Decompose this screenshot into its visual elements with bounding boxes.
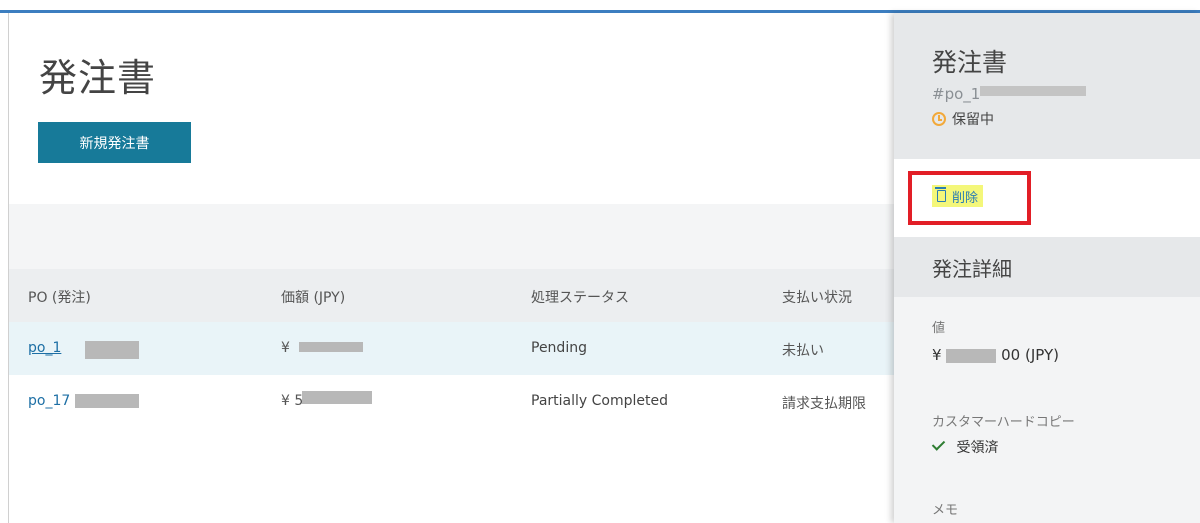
status-cell: Pending (531, 340, 587, 356)
value-label: 値 (932, 321, 946, 336)
status-label: 保留中 (952, 112, 994, 128)
check-icon (931, 437, 946, 451)
clock-icon (932, 112, 946, 126)
value-field: ¥ 00 (JPY) (932, 346, 1059, 364)
redacted-text (946, 348, 997, 363)
main-content: 発注書 新規発注書 PO (発注) 価額 (JPY) 処理ステータス 支払い状況… (9, 13, 894, 523)
po-id: #po_1 (932, 85, 981, 103)
section-title: 発注詳細 (932, 257, 1012, 281)
amount-cell: ¥ 5 (281, 393, 304, 409)
amount-cell: ¥ (281, 340, 290, 356)
table-header: PO (発注) 価額 (JPY) 処理ステータス 支払い状況 (9, 269, 894, 322)
new-purchase-order-button[interactable]: 新規発注書 (38, 122, 191, 163)
redacted-text (85, 341, 139, 359)
delete-button[interactable]: 削除 (932, 185, 984, 207)
payment-cell: 請求支払期限 (782, 396, 866, 412)
column-header-po[interactable]: PO (発注) (28, 287, 91, 307)
trash-icon (935, 187, 946, 202)
redacted-text (299, 342, 363, 352)
column-header-status[interactable]: 処理ステータス (531, 287, 629, 307)
table-row[interactable]: po_17 ¥ 5 Partially Completed 請求支払期限 (9, 375, 894, 428)
action-bar: 削除 (894, 159, 1200, 237)
section-header: 発注詳細 (894, 237, 1200, 297)
filter-band (9, 204, 894, 269)
hardcopy-label: カスタマーハードコピー (932, 415, 1075, 430)
panel-title: 発注書 (932, 48, 1008, 77)
po-link[interactable]: po_1 (28, 340, 61, 356)
status-cell: Partially Completed (531, 393, 668, 409)
redacted-text (302, 391, 372, 404)
column-header-amount[interactable]: 価額 (JPY) (281, 287, 345, 307)
panel-header: 発注書 #po_1 保留中 (894, 13, 1200, 159)
table-row[interactable]: po_1 ¥ Pending 未払い (9, 322, 894, 375)
status-indicator: 保留中 (932, 109, 994, 129)
detail-panel: 発注書 #po_1 保留中 削除 発注詳細 値 ¥ 00 (JPY) カスタマー… (894, 13, 1200, 523)
redacted-text (980, 86, 1086, 96)
delete-label: 削除 (952, 190, 979, 206)
redacted-text (75, 394, 139, 408)
column-header-payment[interactable]: 支払い状況 (782, 287, 852, 307)
payment-cell: 未払い (782, 343, 824, 359)
page-title: 発注書 (39, 56, 157, 100)
po-link[interactable]: po_17 (28, 393, 70, 409)
hardcopy-value: 受領済 (931, 437, 999, 457)
value-prefix: ¥ (932, 346, 942, 364)
value-suffix: 00 (JPY) (1001, 346, 1059, 364)
hardcopy-status: 受領済 (956, 440, 999, 456)
memo-label: メモ (932, 503, 959, 518)
